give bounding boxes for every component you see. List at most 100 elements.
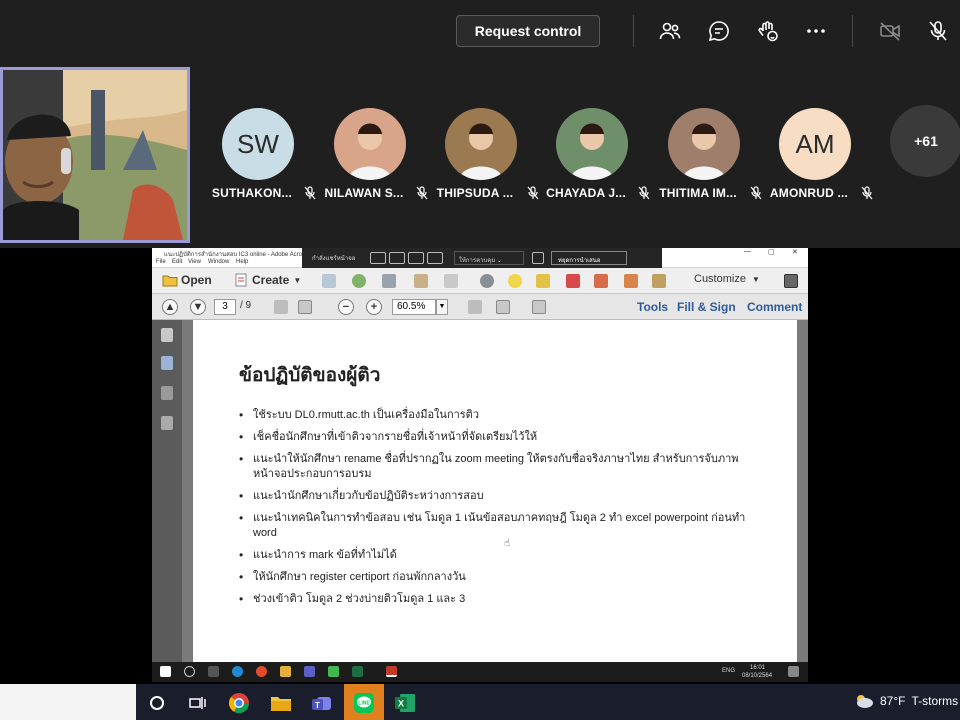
pdf-export-icon[interactable] — [594, 274, 608, 288]
share-option-dropdown[interactable]: ให้การควบคุม ⌄ — [454, 251, 524, 265]
menu-window[interactable]: Window — [208, 259, 229, 265]
chat-icon[interactable] — [705, 17, 733, 45]
slide-title: ข้อปฏิบัติของผู้ติว — [239, 365, 381, 386]
task-view-icon[interactable] — [208, 666, 219, 677]
open-button[interactable]: Open — [162, 273, 212, 287]
more-options-icon[interactable] — [802, 17, 830, 45]
file-explorer-icon[interactable] — [280, 666, 291, 677]
customize-button[interactable]: Customize ▼ — [694, 273, 760, 285]
expand-icon[interactable] — [784, 274, 798, 288]
mic-off-icon — [861, 186, 873, 200]
fit-width-icon[interactable] — [468, 300, 482, 314]
chrome-icon[interactable] — [256, 666, 267, 677]
teams-icon[interactable]: T — [311, 692, 333, 714]
request-control-button[interactable]: Request control — [456, 15, 600, 47]
edge-icon[interactable] — [232, 666, 243, 677]
chrome-icon[interactable] — [228, 692, 250, 714]
upload-icon[interactable] — [352, 274, 366, 288]
pop-out-icon[interactable] — [532, 252, 544, 264]
zoom-input[interactable]: 60.5% — [392, 299, 436, 315]
sign-icon[interactable] — [652, 274, 666, 288]
people-icon[interactable] — [656, 17, 684, 45]
zoom-in-icon[interactable]: + — [366, 299, 382, 315]
bookmark-icon[interactable] — [161, 356, 173, 370]
edit-icon[interactable] — [414, 274, 428, 288]
menu-file[interactable]: File — [156, 259, 166, 265]
mic-off-icon[interactable] — [924, 17, 952, 45]
document-area: ข้อปฏิบัติของผู้ติว ใช้ระบบ DL0.rmutt.ac… — [182, 320, 808, 662]
read-mode-icon[interactable] — [532, 300, 546, 314]
teams-meeting-window: Request control SW SUTHAKON... NILAWAN S… — [0, 0, 960, 720]
maximize-button[interactable]: ▢ — [768, 248, 775, 256]
comment-icon[interactable] — [508, 274, 522, 288]
zoom-out-icon[interactable]: − — [338, 299, 354, 315]
attachment-icon[interactable] — [161, 386, 173, 400]
participant-tile[interactable]: THITIMA IM... — [654, 108, 762, 208]
layout-icon[interactable] — [427, 252, 443, 264]
save-icon[interactable] — [322, 274, 336, 288]
delete-icon[interactable] — [566, 274, 580, 288]
excel-icon[interactable] — [352, 666, 363, 677]
task-view-icon[interactable] — [187, 692, 209, 714]
create-button[interactable]: Create ▼ — [234, 273, 301, 287]
comment-link[interactable]: Comment — [747, 300, 802, 314]
page-down-icon[interactable]: ▼ — [190, 299, 206, 315]
line-icon[interactable]: LINE — [353, 692, 375, 714]
more-participants-badge[interactable]: +61 — [890, 105, 960, 177]
file-explorer-icon[interactable] — [270, 692, 292, 714]
email-icon[interactable] — [444, 274, 458, 288]
windows-start-icon[interactable] — [160, 666, 171, 677]
reactions-icon[interactable] — [754, 17, 782, 45]
line-icon[interactable] — [328, 666, 339, 677]
print-icon[interactable] — [382, 274, 396, 288]
layout-icon[interactable] — [389, 252, 405, 264]
share-status-label: กำลังแชร์หน้าจอ — [312, 256, 356, 262]
meeting-toolbar: Request control — [0, 0, 960, 62]
zoom-dropdown[interactable]: ▼ — [436, 299, 448, 315]
weather-widget[interactable]: 87°F T-storms — [854, 693, 958, 709]
menu-view[interactable]: View — [188, 259, 201, 265]
fit-page-icon[interactable] — [496, 300, 510, 314]
acrobat-taskbar-icon[interactable] — [386, 666, 397, 677]
menu-edit[interactable]: Edit — [172, 259, 182, 265]
select-tool-icon[interactable] — [274, 300, 288, 314]
host-taskbar — [0, 684, 960, 720]
tray-time: 16:01 — [750, 665, 766, 671]
close-button[interactable]: ✕ — [792, 248, 798, 256]
participant-tile[interactable]: NILAWAN S... — [320, 108, 428, 208]
search-icon[interactable] — [184, 666, 195, 677]
page-number-input[interactable]: 3 — [214, 299, 236, 315]
avatar — [334, 108, 406, 180]
taskbar-search-box[interactable] — [0, 684, 136, 720]
camera-off-icon[interactable] — [876, 17, 904, 45]
svg-text:T: T — [315, 701, 320, 710]
page-up-icon[interactable]: ▲ — [162, 299, 178, 315]
screen-share-controls: กำลังแชร์หน้าจอ ให้การควบคุม ⌄ หยุดการนำ… — [302, 248, 662, 268]
participant-tile[interactable]: SW SUTHAKON... — [208, 108, 316, 208]
signature-icon[interactable] — [161, 416, 173, 430]
tools-link[interactable]: Tools — [637, 300, 668, 314]
fill-sign-link[interactable]: Fill & Sign — [677, 300, 736, 314]
participant-tile[interactable]: THIPSUDA ... — [431, 108, 539, 208]
settings-icon[interactable] — [480, 274, 494, 288]
layout-icon[interactable] — [370, 252, 386, 264]
highlight-icon[interactable] — [536, 274, 550, 288]
menu-help[interactable]: Help — [236, 259, 248, 265]
stop-sharing-button[interactable]: หยุดการนำเสนอ — [551, 251, 627, 265]
layout-icon[interactable] — [408, 252, 424, 264]
minimize-button[interactable]: — — [744, 248, 751, 255]
list-item: ช่วงเข้าติว โมดูล 2 ช่วงบ่ายติวโมดูล 1 แ… — [239, 592, 759, 607]
pdf-share-icon[interactable] — [624, 274, 638, 288]
tray-language[interactable]: ENG — [722, 668, 735, 674]
notification-icon[interactable] — [788, 666, 799, 677]
hand-tool-icon[interactable] — [298, 300, 312, 314]
participant-tile[interactable]: CHAYADA J... — [542, 108, 650, 208]
pages-icon[interactable] — [161, 328, 173, 342]
cortana-icon[interactable] — [146, 692, 168, 714]
participant-name: NILAWAN S... — [324, 186, 404, 200]
teams-icon[interactable] — [304, 666, 315, 677]
participant-tile[interactable]: AM AMONRUD ... — [765, 108, 873, 208]
presenter-video-tile[interactable] — [0, 67, 190, 243]
folder-icon — [162, 275, 178, 287]
excel-icon[interactable]: X — [394, 692, 416, 714]
